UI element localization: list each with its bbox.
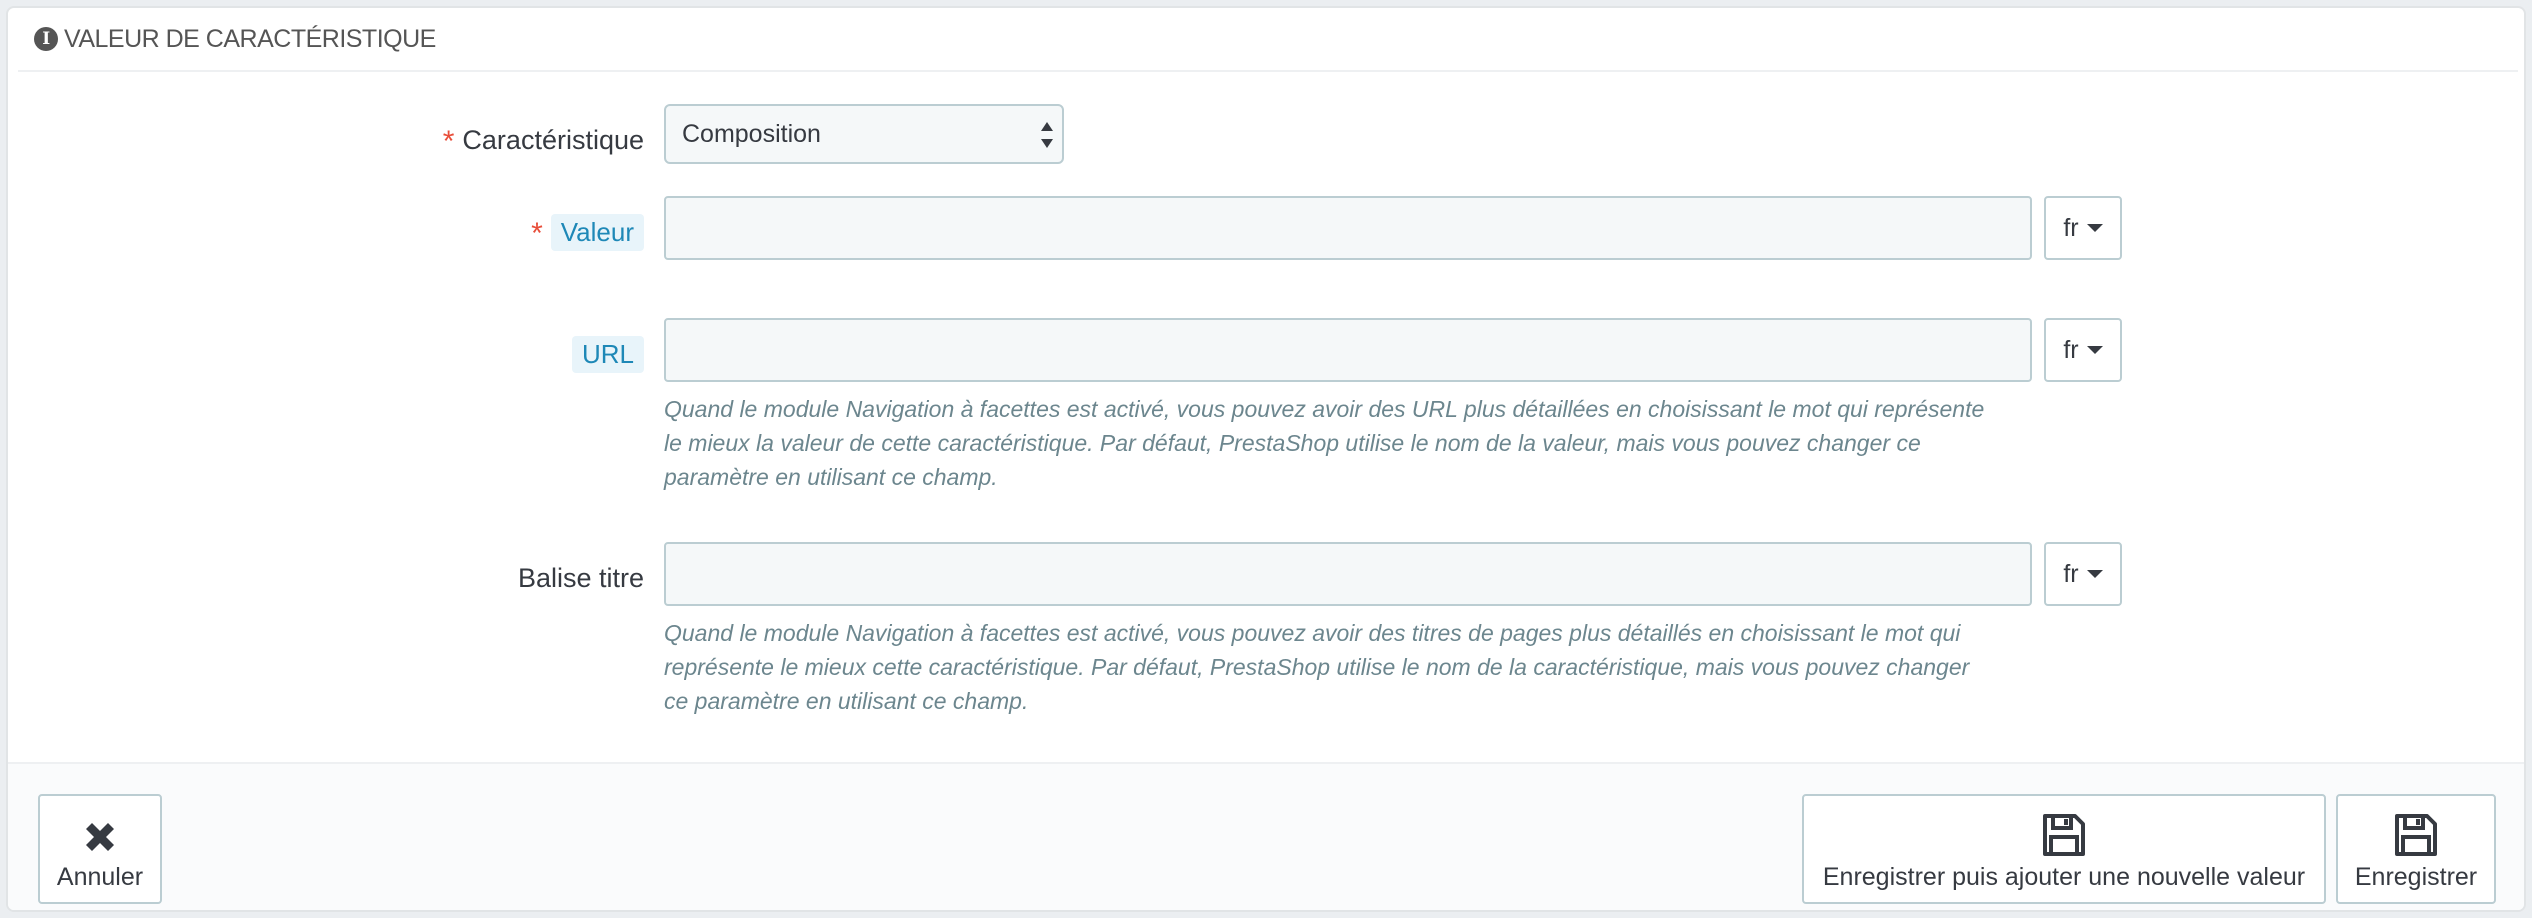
meta-title-lang-dropdown[interactable]: fr	[2044, 542, 2122, 606]
save-and-add-label: Enregistrer puis ajouter une nouvelle va…	[1822, 863, 2306, 891]
lang-code: fr	[2063, 559, 2079, 588]
required-asterisk: *	[531, 217, 543, 250]
meta-title-input[interactable]	[664, 542, 2032, 606]
caret-down-icon	[2086, 346, 2103, 354]
feature-select[interactable]: Composition	[664, 104, 1064, 164]
feature-label-row: * Caractéristique	[8, 110, 644, 170]
help-line: Quand le module Navigation à facettes es…	[664, 396, 1985, 422]
url-label-row: URL	[8, 324, 644, 384]
feature-select-value: Composition	[682, 119, 821, 148]
url-input[interactable]	[664, 318, 2032, 382]
value-label-row: * Valeur	[8, 202, 644, 262]
info-icon: i	[34, 27, 58, 51]
feature-label: Caractéristique	[462, 124, 644, 155]
close-icon	[86, 823, 114, 851]
meta-title-label-row: Balise titre	[8, 548, 644, 608]
value-input[interactable]	[664, 196, 2032, 260]
cancel-label: Annuler	[56, 863, 144, 891]
feature-value-panel: i VALEUR DE CARACTÉRISTIQUE * Caractéris…	[6, 6, 2526, 912]
help-line: représente le mieux cette caractéristiqu…	[664, 654, 1970, 680]
panel-heading: i VALEUR DE CARACTÉRISTIQUE	[18, 8, 2518, 72]
url-label[interactable]: URL	[571, 335, 644, 373]
help-line: ce paramètre en utilisant ce champ.	[664, 688, 1029, 714]
help-line: paramètre en utilisant ce champ.	[664, 464, 998, 490]
url-help-text: Quand le module Navigation à facettes es…	[664, 392, 2034, 494]
meta-title-label: Balise titre	[517, 562, 644, 593]
value-lang-dropdown[interactable]: fr	[2044, 196, 2122, 260]
floppy-disk-icon	[2395, 814, 2437, 856]
select-arrows-icon	[1040, 122, 1054, 148]
caret-down-icon	[2086, 570, 2103, 578]
required-asterisk: *	[442, 125, 455, 158]
panel-footer: Annuler Enregistrer puis ajouter une nou…	[8, 762, 2524, 910]
meta-title-help-text: Quand le module Navigation à facettes es…	[664, 616, 2034, 718]
help-line: le mieux la valeur de cette caractéristi…	[664, 430, 1921, 456]
value-label[interactable]: Valeur	[550, 213, 644, 251]
save-button[interactable]: Enregistrer	[2336, 794, 2496, 904]
save-and-add-button[interactable]: Enregistrer puis ajouter une nouvelle va…	[1802, 794, 2326, 904]
floppy-disk-icon	[2043, 814, 2085, 856]
cancel-button[interactable]: Annuler	[38, 794, 162, 904]
save-label: Enregistrer	[2354, 863, 2478, 891]
lang-code: fr	[2063, 213, 2079, 242]
lang-code: fr	[2063, 335, 2079, 364]
help-line: Quand le module Navigation à facettes es…	[664, 620, 1961, 646]
panel-title: VALEUR DE CARACTÉRISTIQUE	[64, 24, 436, 53]
url-lang-dropdown[interactable]: fr	[2044, 318, 2122, 382]
caret-down-icon	[2086, 224, 2103, 232]
